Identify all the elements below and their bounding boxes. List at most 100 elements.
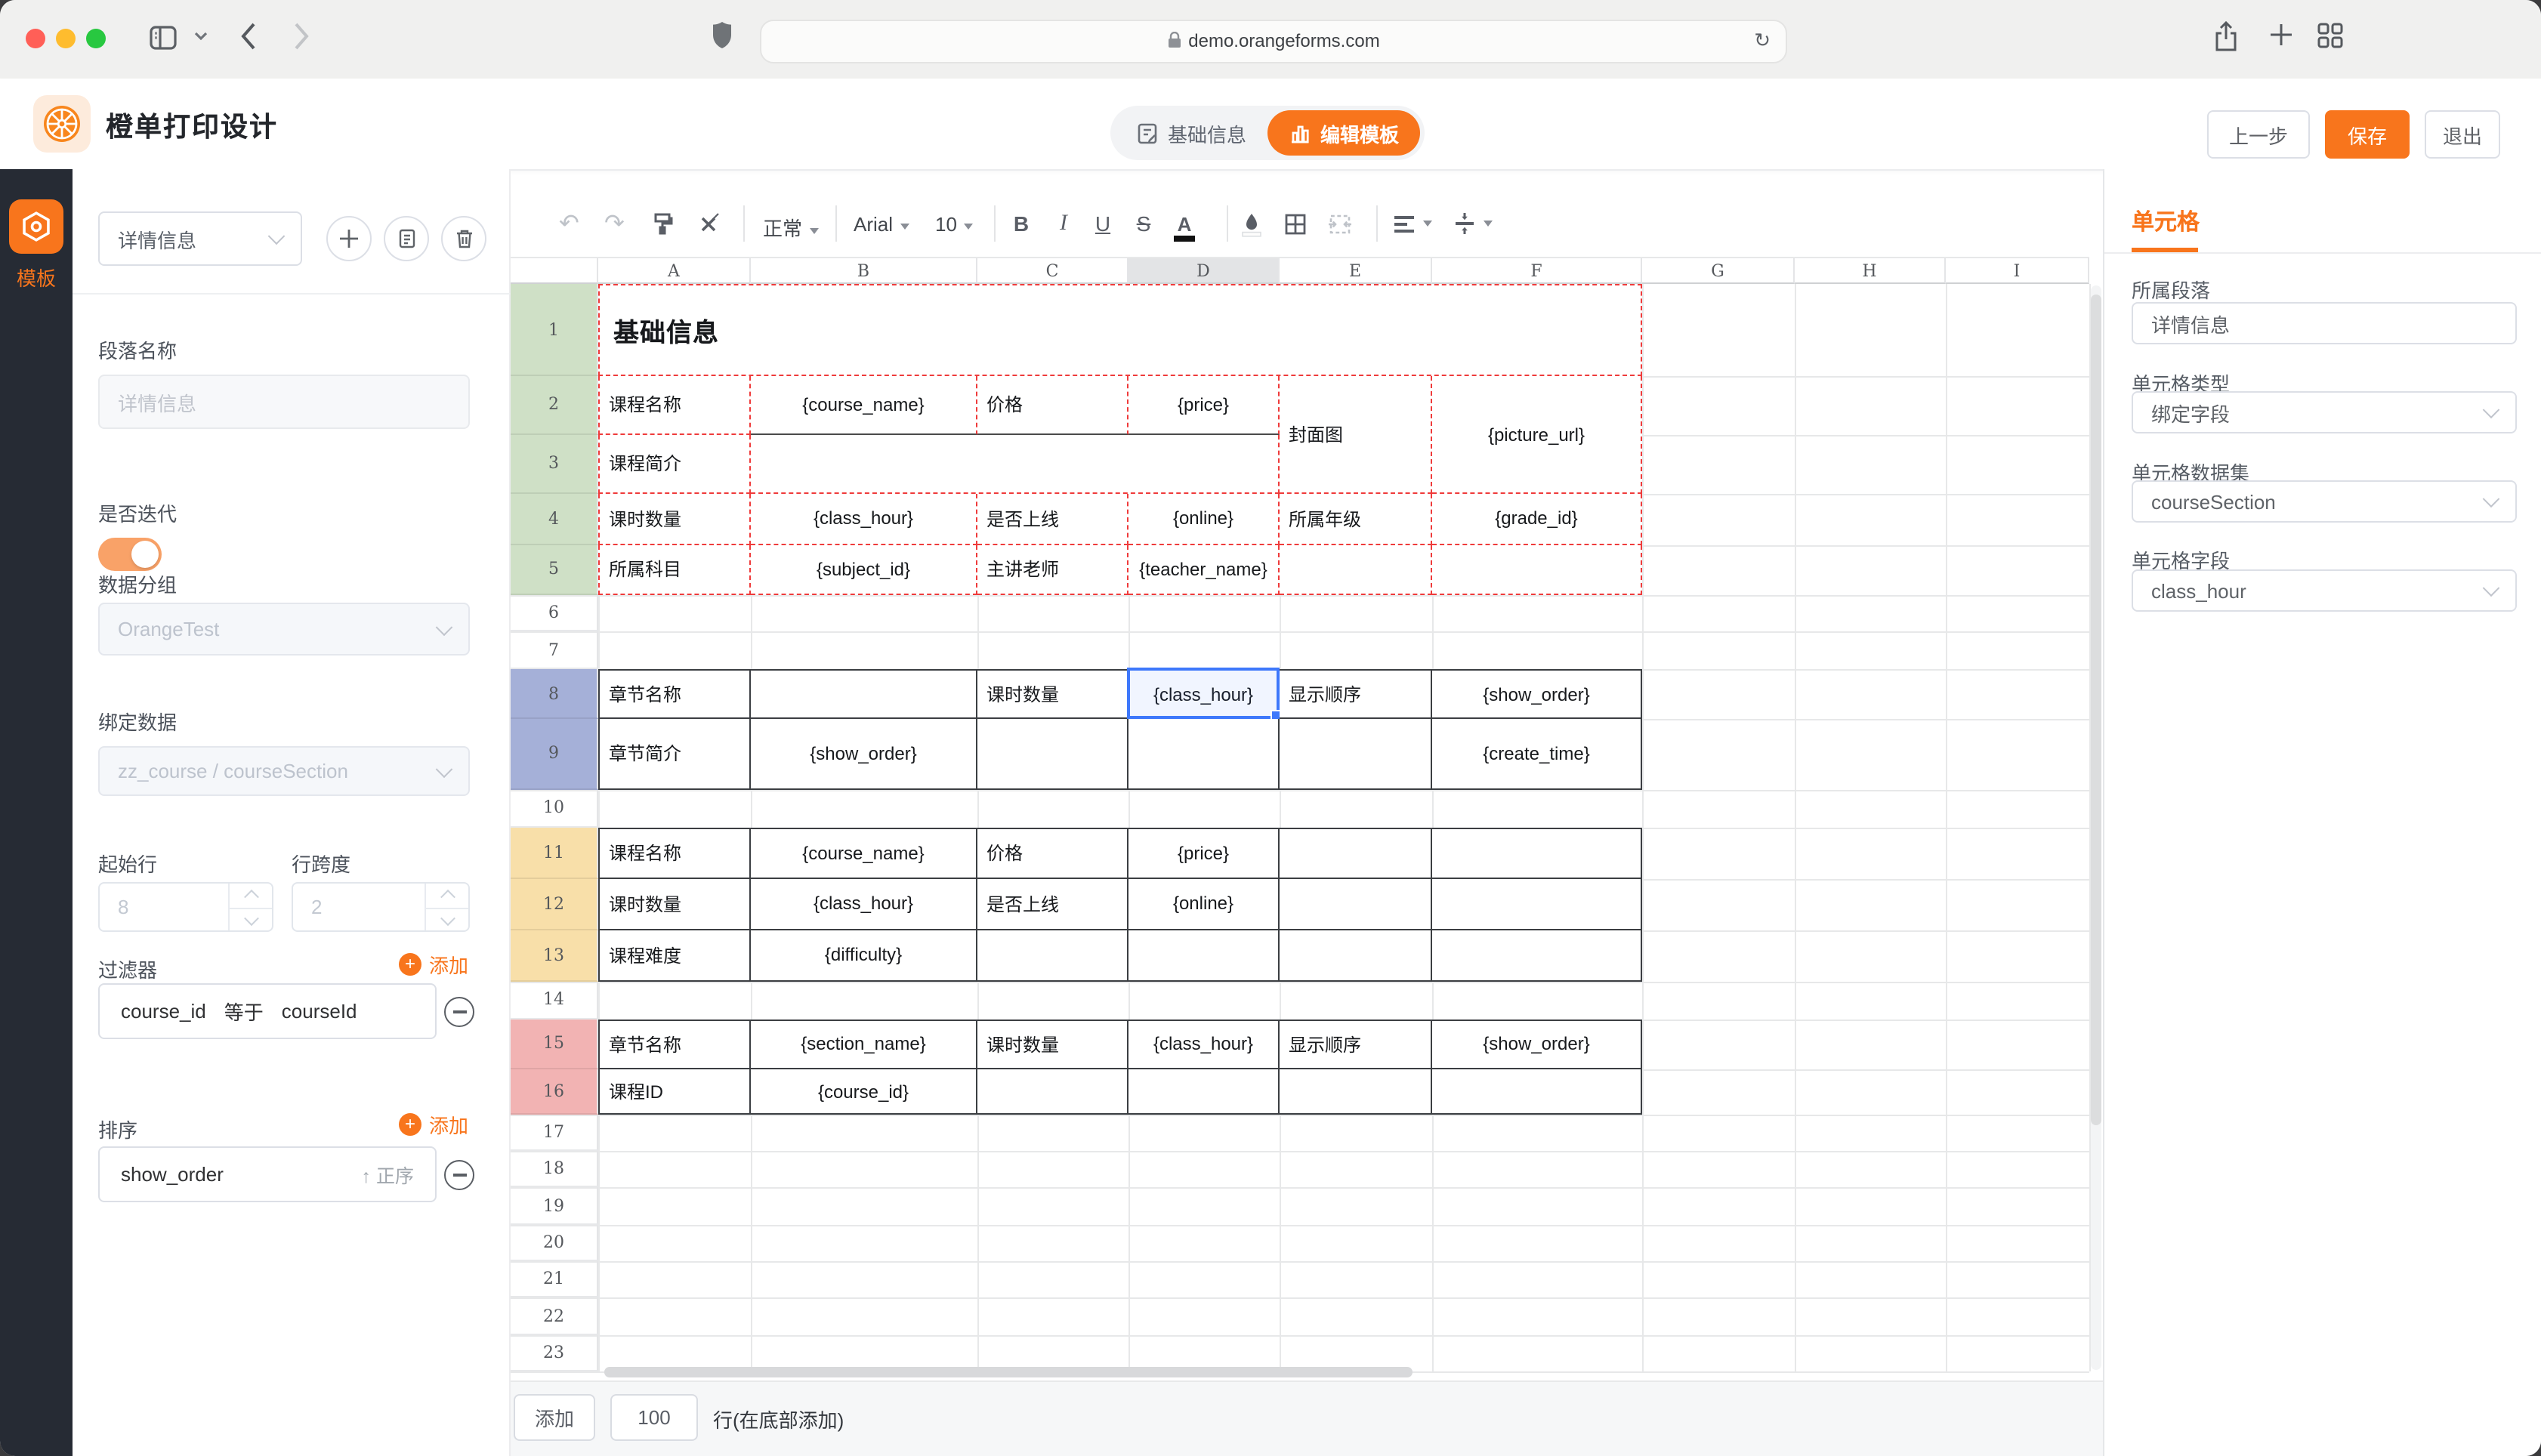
iterate-toggle[interactable]	[98, 538, 162, 571]
italic-button[interactable]: I	[1051, 205, 1076, 242]
bold-button[interactable]: B	[1009, 205, 1033, 242]
cell-B11[interactable]: {course_name}	[751, 828, 977, 878]
cell-C12[interactable]: 是否上线	[977, 878, 1128, 930]
cell-A12[interactable]: 课时数量	[598, 878, 751, 930]
redo-icon[interactable]: ↷	[604, 205, 625, 242]
cell-F13[interactable]	[1432, 930, 1642, 982]
cell-A16[interactable]: 课程ID	[598, 1069, 751, 1115]
cell-A4[interactable]: 课时数量	[598, 494, 751, 544]
cell-E5[interactable]	[1280, 544, 1432, 594]
close-window-button[interactable]	[26, 29, 45, 48]
cell-E11[interactable]	[1280, 828, 1432, 878]
filter-item[interactable]: course_id 等于 courseId	[98, 983, 437, 1039]
cell-D12[interactable]: {online}	[1128, 878, 1280, 930]
remove-sort-button[interactable]	[444, 1160, 474, 1190]
row-header-7[interactable]: 7	[511, 631, 598, 669]
cell-F5[interactable]	[1432, 544, 1642, 594]
address-bar[interactable]: demo.orangeforms.com ↻	[760, 20, 1787, 63]
vertical-align-button[interactable]	[1453, 205, 1493, 242]
cell-A9[interactable]: 章节简介	[598, 719, 751, 789]
row-header-9[interactable]: 9	[511, 719, 598, 789]
row-header-6[interactable]: 6	[511, 594, 598, 631]
col-header-C[interactable]: C	[977, 258, 1128, 284]
cell-E16[interactable]	[1280, 1069, 1432, 1115]
cell-E13[interactable]	[1280, 930, 1432, 982]
bind-data-select[interactable]: zz_course / courseSection	[98, 746, 470, 796]
cell-A11[interactable]: 课程名称	[598, 828, 751, 878]
cell-D4[interactable]: {online}	[1128, 494, 1280, 544]
row-header-15[interactable]: 15	[511, 1019, 598, 1069]
clear-format-icon[interactable]	[696, 205, 721, 242]
row-header-12[interactable]: 12	[511, 878, 598, 930]
fill-color-button[interactable]	[1240, 205, 1263, 242]
font-dropdown[interactable]: Arial	[854, 213, 909, 236]
cell-E12[interactable]	[1280, 878, 1432, 930]
row-header-8[interactable]: 8	[511, 669, 598, 719]
font-color-button[interactable]: A	[1172, 205, 1196, 242]
prev-step-button[interactable]: 上一步	[2207, 110, 2310, 159]
cell-C13[interactable]	[977, 930, 1128, 982]
cell-C11[interactable]: 价格	[977, 828, 1128, 878]
cell-F2[interactable]: {picture_url}	[1432, 376, 1642, 494]
back-button[interactable]	[239, 21, 257, 51]
row-header-18[interactable]: 18	[511, 1151, 598, 1187]
row-header-14[interactable]: 14	[511, 982, 598, 1019]
cell-D2[interactable]: {price}	[1128, 376, 1280, 434]
cell-D11[interactable]: {price}	[1128, 828, 1280, 878]
cell-E8[interactable]: 显示顺序	[1280, 669, 1432, 719]
minimize-window-button[interactable]	[56, 29, 76, 48]
cell-A1[interactable]: 基础信息	[598, 284, 1642, 376]
delete-section-button[interactable]	[441, 216, 486, 261]
cell-F4[interactable]: {grade_id}	[1432, 494, 1642, 544]
col-header-B[interactable]: B	[751, 258, 977, 284]
row-header-21[interactable]: 21	[511, 1261, 598, 1297]
cell-dataset-select[interactable]: courseSection	[2132, 480, 2517, 523]
col-header-E[interactable]: E	[1280, 258, 1432, 284]
col-header-F[interactable]: F	[1432, 258, 1642, 284]
rail-item-template[interactable]	[9, 199, 63, 254]
cell-F15[interactable]: {show_order}	[1432, 1019, 1642, 1069]
cell-F12[interactable]	[1432, 878, 1642, 930]
row-header-4[interactable]: 4	[511, 494, 598, 544]
cell-A13[interactable]: 课程难度	[598, 930, 751, 982]
cell-B5[interactable]: {subject_id}	[751, 544, 977, 594]
cell-A5[interactable]: 所属科目	[598, 544, 751, 594]
copy-section-button[interactable]	[384, 216, 429, 261]
new-tab-icon[interactable]	[2268, 21, 2295, 48]
sort-item[interactable]: show_order ↑ 正序	[98, 1146, 437, 1202]
cell-B4[interactable]: {class_hour}	[751, 494, 977, 544]
sidebar-chevron-icon[interactable]	[193, 30, 208, 42]
cell-F9[interactable]: {create_time}	[1432, 719, 1642, 789]
cell-F11[interactable]	[1432, 828, 1642, 878]
row-header-11[interactable]: 11	[511, 828, 598, 878]
cell-C9[interactable]	[977, 719, 1128, 789]
row-header-2[interactable]: 2	[511, 376, 598, 434]
cell-D15[interactable]: {class_hour}	[1128, 1019, 1280, 1069]
cell-A15[interactable]: 章节名称	[598, 1019, 751, 1069]
cell-E4[interactable]: 所属年级	[1280, 494, 1432, 544]
cell-E2[interactable]: 封面图	[1280, 376, 1432, 494]
cell-B2[interactable]: {course_name}	[751, 376, 977, 434]
row-header-13[interactable]: 13	[511, 930, 598, 982]
para-name-input[interactable]: 详情信息	[98, 375, 470, 429]
cell-B9[interactable]: {show_order}	[751, 719, 977, 789]
row-header-3[interactable]: 3	[511, 434, 598, 494]
underline-button[interactable]: U	[1091, 205, 1115, 242]
cell-A3[interactable]: 课程简介	[598, 434, 751, 494]
sidebar-toggle-icon[interactable]	[147, 21, 180, 54]
cell-C8[interactable]: 课时数量	[977, 669, 1128, 719]
cell-B15[interactable]: {section_name}	[751, 1019, 977, 1069]
row-span-stepper[interactable]: 2	[292, 882, 470, 932]
cell-field-select[interactable]: class_hour	[2132, 569, 2517, 612]
cell-C16[interactable]	[977, 1069, 1128, 1115]
merge-cells-button[interactable]	[1328, 205, 1352, 242]
undo-icon[interactable]: ↶	[559, 205, 579, 242]
section-select[interactable]: 详情信息	[98, 211, 302, 266]
add-rows-button[interactable]: 添加	[514, 1394, 595, 1441]
row-header-19[interactable]: 19	[511, 1187, 598, 1225]
cell-D9[interactable]	[1128, 719, 1280, 789]
cell-C4[interactable]: 是否上线	[977, 494, 1128, 544]
borders-button[interactable]	[1284, 205, 1307, 242]
horizontal-align-button[interactable]	[1393, 205, 1432, 242]
tab-basic-info[interactable]: 基础信息	[1115, 110, 1267, 156]
